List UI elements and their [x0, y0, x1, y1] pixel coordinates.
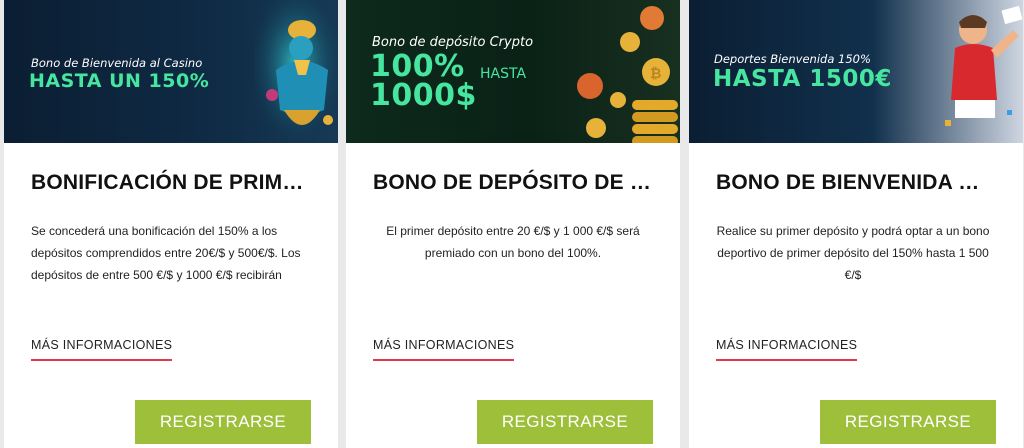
- card-description: Se concederá una bonificación del 150% a…: [31, 224, 301, 282]
- banner-hasta: HASTA: [480, 66, 527, 82]
- card-title: BONIFICACIÓN DE PRIM…: [31, 171, 304, 194]
- card-description: El primer depósito entre 20 €/$ y 1 000 …: [386, 224, 640, 260]
- crypto-coins-art: ₿: [577, 6, 678, 143]
- sports-bonus-banner[interactable]: Deportes Bienvenida 150% HASTA 1500€: [689, 0, 1023, 143]
- casino-bonus-banner[interactable]: Bono de Bienvenida al Casino HASTA UN 15…: [4, 0, 338, 143]
- register-button[interactable]: REGISTRARSE: [477, 400, 653, 444]
- banner-headline: HASTA UN 150%: [29, 70, 210, 92]
- banner-headline-percent: 100%: [370, 49, 465, 84]
- crypto-bonus-banner[interactable]: Bono de depósito Crypto 100% 1000$ HASTA…: [346, 0, 680, 143]
- banner-subtitle: Bono de Bienvenida al Casino: [31, 56, 203, 70]
- svg-text:₿: ₿: [650, 66, 661, 82]
- card-title: BONO DE BIENVENIDA …: [716, 171, 980, 194]
- footballer-character-art: [945, 5, 1023, 126]
- banner-subtitle: Deportes Bienvenida 150%: [714, 52, 871, 66]
- banner-headline: 100% 1000$: [370, 49, 477, 113]
- register-button[interactable]: REGISTRARSE: [820, 400, 996, 444]
- more-info-link[interactable]: MÁS INFORMACIONES: [31, 338, 173, 361]
- register-button[interactable]: REGISTRARSE: [135, 400, 311, 444]
- more-info-link[interactable]: MÁS INFORMACIONES: [716, 338, 858, 361]
- bonus-card-sports: Deportes Bienvenida 150% HASTA 1500€ BON…: [689, 0, 1023, 448]
- banner-headline: HASTA 1500€: [713, 66, 892, 92]
- card-title: BONO DE DEPÓSITO DE …: [373, 171, 652, 194]
- bonus-card-casino: Bono de Bienvenida al Casino HASTA UN 15…: [4, 0, 338, 448]
- banner-headline-amount: 1000$: [370, 78, 477, 113]
- card-description: Realice su primer depósito y podrá optar…: [716, 224, 990, 282]
- more-info-link[interactable]: MÁS INFORMACIONES: [373, 338, 515, 361]
- banner-subtitle: Bono de depósito Crypto: [372, 35, 534, 50]
- genie-character-art: [254, 0, 338, 143]
- bonus-card-crypto: Bono de depósito Crypto 100% 1000$ HASTA…: [346, 0, 680, 448]
